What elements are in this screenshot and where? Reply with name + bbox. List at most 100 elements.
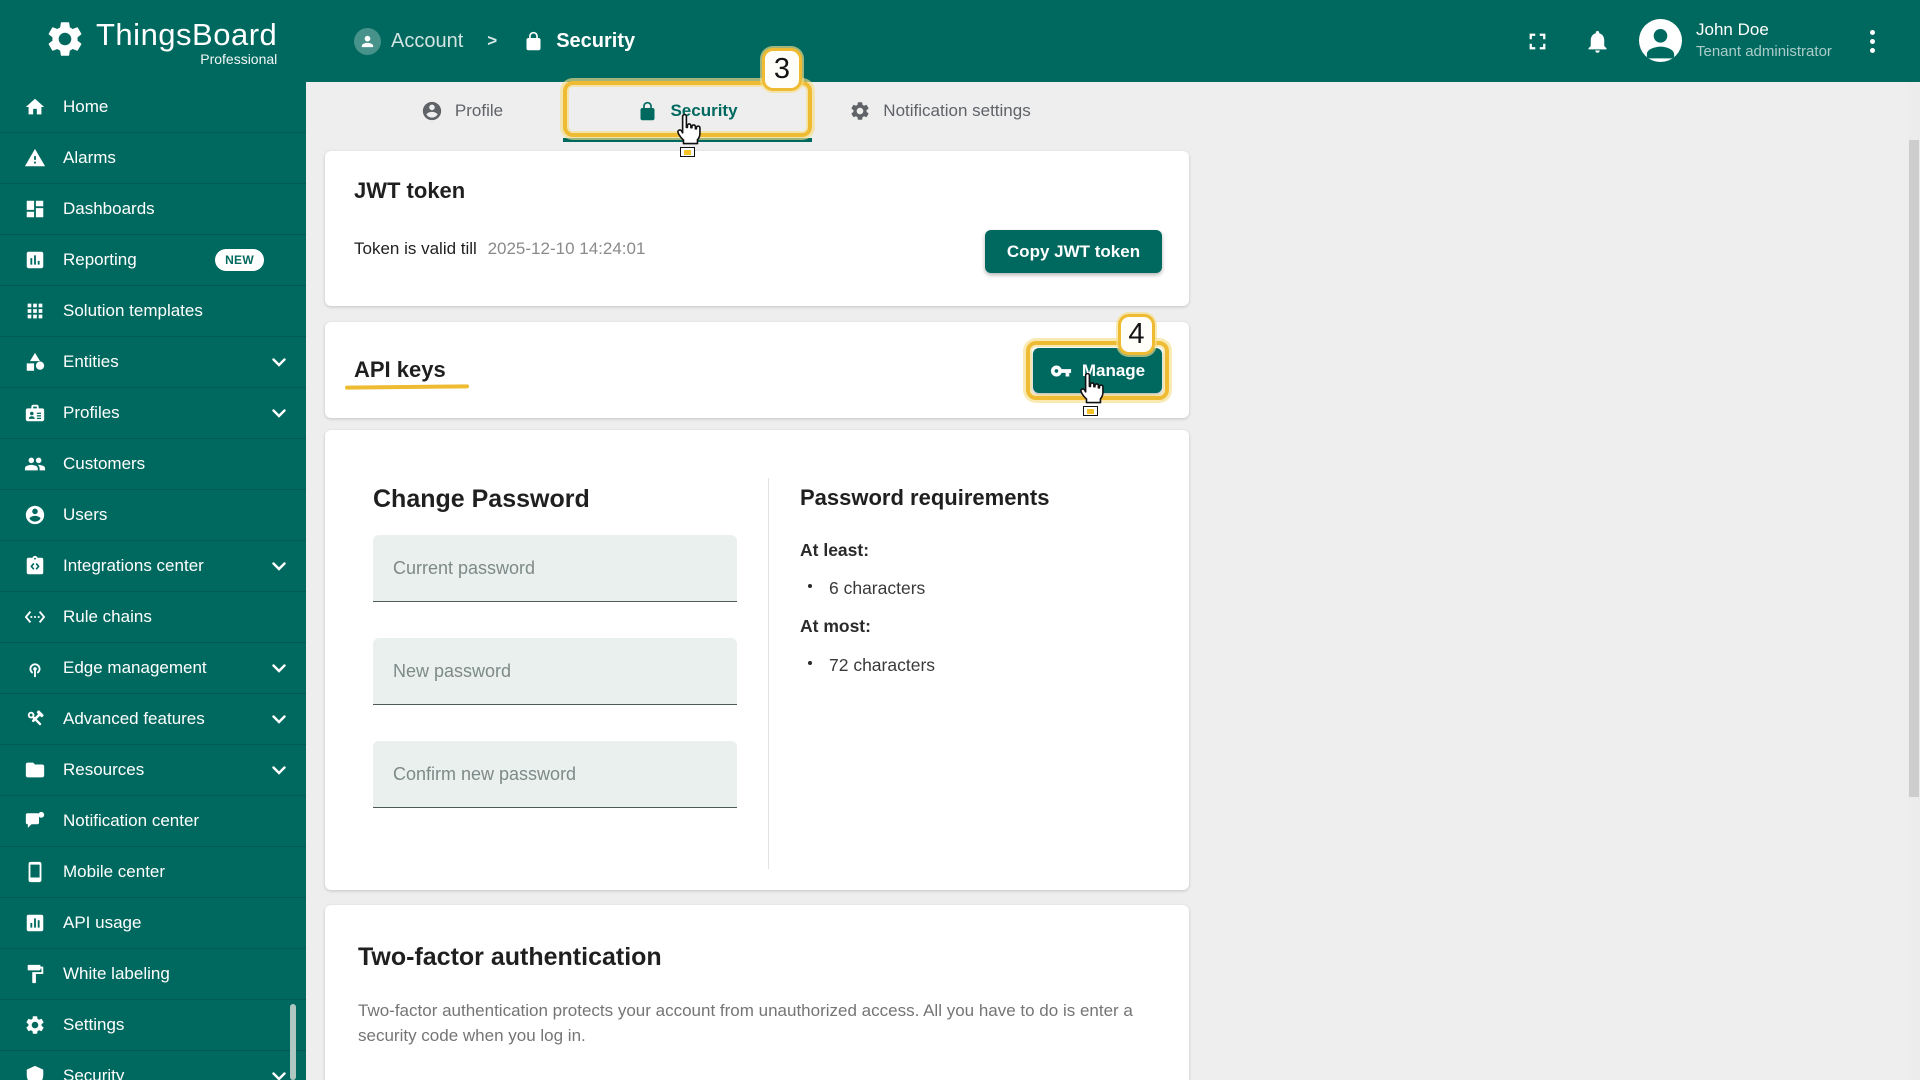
confirm-new-password-input[interactable]: [373, 741, 737, 808]
resources-icon: [25, 762, 45, 778]
solution-templates-icon: [27, 303, 43, 319]
thingsboard-gear-icon: [48, 22, 82, 56]
mobile-center-icon: [28, 861, 42, 883]
two-factor-description: Two-factor authentication protects your …: [358, 1001, 1133, 1045]
sidebar-item-integrations-center[interactable]: Integrations center: [0, 541, 306, 592]
tab-profile[interactable]: Profile: [367, 82, 557, 140]
page-scrollbar-thumb[interactable]: [1909, 140, 1919, 797]
notification-center-icon: [25, 811, 45, 828]
sidebar-item-api-usage[interactable]: API usage: [0, 898, 306, 949]
tab-security[interactable]: Security: [563, 82, 812, 140]
sidebar-scrollbar-thumb[interactable]: [290, 1004, 296, 1080]
sidebar-item-profiles[interactable]: Profiles: [0, 388, 306, 439]
sidebar-item-dashboards[interactable]: Dashboards: [0, 184, 306, 235]
manage-api-keys-button[interactable]: Manage: [1033, 348, 1162, 393]
integrations-center-icon: [26, 555, 44, 575]
breadcrumb-account-icon: [354, 27, 381, 55]
jwt-card-title: JWT token: [354, 178, 466, 203]
tab-profile-label: Profile: [454, 101, 504, 120]
two-factor-card: Two-factor authentication Two-factor aut…: [325, 905, 1189, 1080]
sidebar-item-alarms[interactable]: Alarms: [0, 133, 306, 184]
new-password-input[interactable]: [373, 638, 737, 705]
sidebar-item-notification-center[interactable]: Notification center: [0, 796, 306, 847]
sidebar-item-settings[interactable]: Settings: [0, 1000, 306, 1051]
user-name: John Doe: [1696, 20, 1769, 39]
new-badge: NEW: [215, 249, 264, 271]
profiles-icon: [25, 404, 45, 422]
api-keys-title: API keys: [354, 357, 446, 382]
api-usage-icon: [26, 914, 44, 932]
edge-management-icon: [29, 663, 41, 678]
requirement-item: 6 characters: [807, 578, 926, 598]
jwt-valid-value: 2025-12-10 14:24:01: [487, 239, 646, 258]
tab-notification-settings-label: Notification settings: [883, 101, 1031, 120]
breadcrumb-account[interactable]: Account: [391, 30, 463, 53]
column-divider: [768, 478, 769, 869]
users-icon: [25, 505, 45, 525]
notifications-button[interactable]: [1584, 28, 1611, 55]
at-most-label: At most:: [800, 616, 871, 636]
app-header: ThingsBoard Professional Account > Secur…: [0, 0, 1920, 82]
sidebar: Home Alarms Dashboards Reporting NEW Sol…: [0, 82, 306, 1080]
api-keys-card: API keys Manage: [325, 322, 1189, 418]
avatar[interactable]: [1639, 19, 1682, 62]
sidebar-item-entities[interactable]: Entities: [0, 337, 306, 388]
logo-subtitle: Professional: [200, 51, 278, 67]
change-password-title: Change Password: [373, 485, 590, 513]
requirement-item: 72 characters: [807, 655, 936, 675]
sidebar-item-users[interactable]: Users: [0, 490, 306, 541]
jwt-token-card: JWT token Token is valid till 2025-12-10…: [325, 151, 1189, 306]
password-requirements-title: Password requirements: [800, 485, 1050, 510]
sidebar-item-customers[interactable]: Customers: [0, 439, 306, 490]
settings-icon: [26, 1016, 44, 1034]
chevron-down-icon: [272, 1071, 286, 1080]
chevron-down-icon: [272, 561, 286, 571]
rule-chains-icon: [24, 611, 46, 623]
alarms-icon: [24, 148, 46, 167]
person-icon: [422, 101, 442, 121]
sidebar-item-edge-management[interactable]: Edge management: [0, 643, 306, 694]
tab-notification-settings[interactable]: Notification settings: [833, 82, 1047, 140]
fullscreen-icon: [1529, 33, 1546, 50]
chevron-down-icon: [272, 714, 286, 724]
sidebar-item-rule-chains[interactable]: Rule chains: [0, 592, 306, 643]
fullscreen-button[interactable]: [1524, 28, 1551, 55]
logo-title: ThingsBoard: [96, 17, 278, 52]
white-labeling-icon: [27, 964, 44, 984]
jwt-valid-row: Token is valid till 2025-12-10 14:24:01: [354, 239, 645, 259]
sidebar-item-advanced-features[interactable]: Advanced features: [0, 694, 306, 745]
key-icon: [1050, 365, 1071, 376]
lock-icon: [526, 31, 541, 50]
gear-icon: [851, 102, 869, 120]
sidebar-item-mobile-center[interactable]: Mobile center: [0, 847, 306, 898]
thingsboard-logo[interactable]: ThingsBoard Professional: [44, 18, 277, 67]
breadcrumb-current: Security: [556, 29, 636, 52]
manage-button-label: Manage: [1081, 360, 1146, 380]
breadcrumb: Account > Security: [354, 0, 635, 82]
two-factor-title: Two-factor authentication: [358, 943, 662, 971]
more-menu-button[interactable]: [1860, 24, 1884, 58]
user-menu[interactable]: John Doe Tenant administrator: [1696, 19, 1832, 62]
tab-security-label: Security: [670, 101, 738, 120]
main-content: Profile Security Notification settings J…: [306, 82, 1920, 1080]
home-icon: [25, 98, 45, 115]
lock-icon: [640, 101, 655, 120]
change-password-card: Change Password Password requirements At…: [325, 430, 1189, 890]
sidebar-item-security[interactable]: Security: [0, 1051, 306, 1080]
sidebar-item-solution-templates[interactable]: Solution templates: [0, 286, 306, 337]
entities-icon: [26, 352, 45, 371]
breadcrumb-separator: >: [487, 31, 498, 50]
sidebar-item-white-labeling[interactable]: White labeling: [0, 949, 306, 1000]
copy-jwt-token-button[interactable]: Copy JWT token: [985, 230, 1162, 273]
reporting-icon: [26, 251, 44, 269]
chevron-down-icon: [272, 663, 286, 673]
at-least-label: At least:: [800, 540, 870, 560]
sidebar-item-reporting[interactable]: Reporting NEW: [0, 235, 306, 286]
current-password-input[interactable]: [373, 535, 737, 602]
sidebar-item-resources[interactable]: Resources: [0, 745, 306, 796]
jwt-valid-label: Token is valid till: [354, 239, 477, 258]
chevron-down-icon: [272, 408, 286, 418]
sidebar-item-home[interactable]: Home: [0, 82, 306, 133]
customers-icon: [24, 457, 46, 471]
security-shield-icon: [26, 1065, 44, 1080]
